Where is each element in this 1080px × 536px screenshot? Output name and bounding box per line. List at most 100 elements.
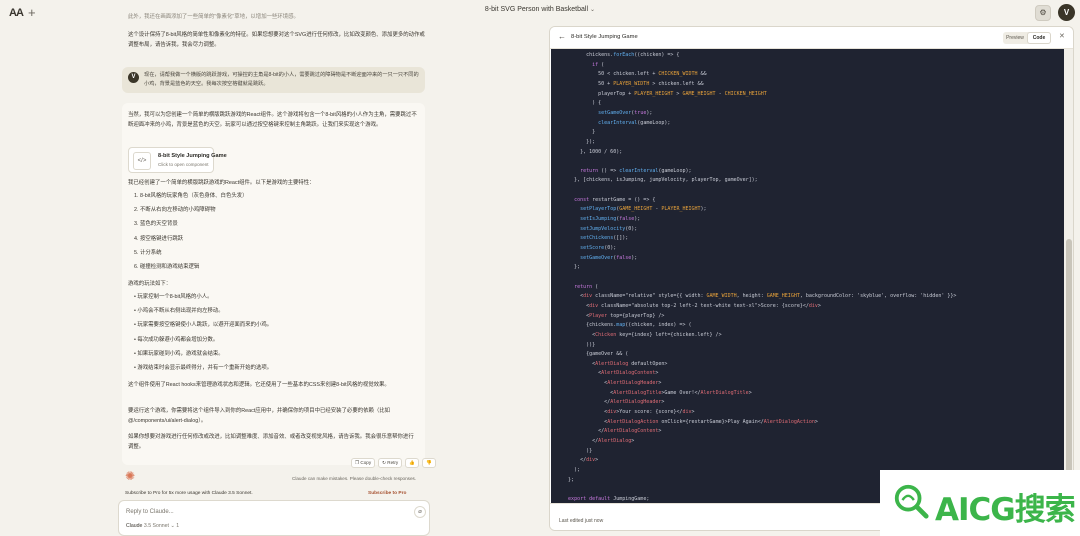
copy-button[interactable]: ❐ Copy bbox=[351, 458, 376, 468]
view-toggle: Preview Code bbox=[1003, 32, 1051, 44]
chat-title-text: 8-bit SVG Person with Basketball bbox=[484, 6, 589, 13]
scrollbar-thumb[interactable] bbox=[1066, 239, 1072, 499]
user-message: V 现在，请帮我做一个横版的跳跃游戏，可操控的主角是8-bit的小人，需要跳过的… bbox=[122, 67, 425, 93]
artifact-panel: ← 8-bit Style Jumping Game Preview Code … bbox=[549, 26, 1074, 531]
features-intro: 我已经创建了一个简单的横版跳跃游戏的React组件。以下是游戏的主要特性： bbox=[128, 180, 315, 186]
code-line: <Player top={playerTop} /> bbox=[556, 312, 665, 319]
code-line: </AlertDialogContent> bbox=[556, 428, 662, 435]
code-line: setJumpVelocity(0); bbox=[580, 225, 638, 232]
code-line: return ( bbox=[574, 283, 599, 290]
list-item: 5. 计分系统 bbox=[134, 249, 162, 256]
artifact-card-title: 8-bit Style Jumping Game bbox=[158, 153, 227, 159]
model-name: Claude bbox=[126, 523, 143, 529]
disclaimer: Claude can make mistakes. Please double-… bbox=[292, 476, 417, 481]
code-line: return () => clearInterval(gameLoop); bbox=[580, 167, 692, 174]
reply-intro: 当然，我可以为您创建一个简单的横版跳跃游戏的React组件。这个游戏将包含一个8… bbox=[128, 112, 417, 128]
model-dropdown[interactable]: ⌄ 1 bbox=[170, 523, 179, 529]
retry-button[interactable]: ↻ Retry bbox=[378, 458, 403, 468]
code-line: <AlertDialogTitle>Game Over!</AlertDialo… bbox=[556, 389, 752, 396]
list-item: • 游戏结束时会显示最终得分，并有一个重新开始的选项。 bbox=[134, 365, 273, 372]
claude-burst-icon: ✺ bbox=[125, 469, 136, 483]
code-line: export default JumpingGame; bbox=[568, 495, 650, 502]
code-line: {gameOver && ( bbox=[556, 351, 629, 358]
code-view[interactable]: chickens.forEach((chicken) => { if ( 50 … bbox=[551, 49, 1064, 503]
features-list: 1. 8-bit风格的玩家角色（灰色身体、白色头发） 2. 不断从右向左移动的小… bbox=[134, 189, 414, 274]
watermark-text: AICG搜索 bbox=[935, 492, 1076, 528]
code-line: <div className="absolute top-2 left-2 te… bbox=[556, 302, 821, 309]
code-line: <AlertDialogAction onClick={restartGame}… bbox=[556, 418, 818, 425]
list-item: 2. 不断从右向左移动的小鸡障碍物 bbox=[134, 207, 216, 214]
code-line: ) { bbox=[556, 100, 602, 107]
code-line: <div className="relative" style={{ width… bbox=[556, 293, 957, 300]
code-line: <Chicken key={index} left={chicken.left}… bbox=[556, 331, 722, 338]
thumbs-up-icon[interactable]: 👍 bbox=[405, 458, 419, 468]
model-count: 1 bbox=[176, 523, 180, 529]
model-selector[interactable]: Claude 3.5 Sonnet ⌄ 1 bbox=[126, 523, 179, 529]
thumbs-down-icon[interactable]: 👎 bbox=[421, 458, 436, 468]
code-line: <div>Your score: {score}</div> bbox=[556, 409, 695, 416]
scrollbar[interactable] bbox=[1064, 49, 1073, 503]
code-icon: </> bbox=[133, 152, 151, 170]
previous-message-text: 此外，我还在画面添加了一些简单的"像素化"草地，以增加一些环境感。 bbox=[128, 14, 299, 20]
close-icon[interactable]: ✕ bbox=[1059, 32, 1065, 40]
user-avatar: V bbox=[128, 72, 139, 83]
list-item: • 每次成功躲避小鸡都会增加分数。 bbox=[134, 336, 219, 343]
usage-note: 要运行这个游戏，你需要将这个组件导入到你的React应用中，并确保你的项目中已经… bbox=[128, 408, 391, 424]
artifact-title: 8-bit Style Jumping Game bbox=[571, 34, 638, 40]
code-line: 50 + PLAYER_WIDTH > chicken.left && bbox=[556, 80, 704, 87]
code-tab[interactable]: Code bbox=[1027, 32, 1051, 44]
code-line: }, [chickens, isJumping, jumpVelocity, p… bbox=[556, 177, 758, 184]
assistant-message-paragraph: 这个设计保持了8-bit风格的简单性和像素化的特征。如果您想要对这个SVG进行任… bbox=[128, 32, 425, 48]
code-line: }; bbox=[556, 476, 575, 483]
code-line: setGameOver(false); bbox=[580, 254, 638, 261]
artifact-card-subtitle: Click to open component bbox=[158, 162, 209, 167]
code-line: const restartGame = () => { bbox=[574, 196, 656, 203]
back-arrow-icon[interactable]: ← bbox=[558, 32, 566, 41]
code-line: }; bbox=[556, 264, 581, 271]
last-edited-text: Last edited just now bbox=[559, 518, 604, 524]
code-line: setGameOver(true); bbox=[598, 109, 653, 116]
preview-tab[interactable]: Preview bbox=[1003, 32, 1027, 44]
code-line: ); bbox=[556, 466, 581, 473]
code-line: <AlertDialogContent> bbox=[556, 370, 659, 377]
list-item: 3. 蓝色的天空背景 bbox=[134, 221, 178, 228]
code-line: {chickens.map((chicken, index) => ( bbox=[556, 322, 692, 329]
code-line: }); bbox=[556, 138, 596, 145]
message-actions: ❐ Copy ↻ Retry 👍 👎 bbox=[351, 458, 436, 468]
code-line: setChickens([]); bbox=[580, 235, 629, 242]
code-line: </AlertDialogHeader> bbox=[556, 399, 665, 406]
list-item: • 如果玩家碰到小鸡，游戏就会结束。 bbox=[134, 350, 224, 357]
tech-note: 这个组件使用了React hooks来管理游戏状态和逻辑。它还使用了一些基本的C… bbox=[128, 382, 390, 388]
code-line: if ( bbox=[592, 61, 605, 68]
code-line: clearInterval(gameLoop); bbox=[598, 119, 671, 126]
magnifier-logo-icon bbox=[894, 484, 929, 519]
code-line: </div> bbox=[556, 457, 599, 464]
assistant-reply: 当然，我可以为您创建一个简单的横版跳跃游戏的React组件。这个游戏将包含一个8… bbox=[122, 103, 436, 468]
paperclip-icon[interactable]: ⌀ bbox=[414, 506, 426, 518]
code-line: setScore(0); bbox=[580, 245, 617, 251]
list-item: • 玩家需要按空格键使小人跳跃，以避开迎面而来的小鸡。 bbox=[134, 322, 273, 329]
artifact-card[interactable]: </> 8-bit Style Jumping Game Click to op… bbox=[128, 147, 227, 173]
code-line: )} bbox=[556, 447, 593, 454]
code-line: <AlertDialogHeader> bbox=[556, 380, 662, 387]
composer[interactable]: Reply to Claude... ⌀ Claude 3.5 Sonnet ⌄… bbox=[118, 500, 430, 536]
list-item: • 小鸡会不断从右侧出现并向左移动。 bbox=[134, 308, 224, 315]
code-line: <AlertDialog defaultOpen> bbox=[556, 360, 668, 367]
code-line: chickens.forEach((chicken) => { bbox=[556, 52, 680, 58]
chevron-down-icon: ⌄ bbox=[590, 7, 596, 13]
code-line: setPlayerTop(GAME_HEIGHT - PLAYER_HEIGHT… bbox=[580, 206, 707, 213]
subscribe-pro-link[interactable]: Subscribe to Pro bbox=[368, 491, 406, 496]
code-line: } bbox=[556, 129, 596, 136]
reply-input[interactable]: Reply to Claude... bbox=[126, 509, 174, 515]
sliders-icon[interactable]: ⚙ bbox=[1035, 5, 1051, 21]
howto-list: • 玩家控制一个8-bit风格的小人。 • 小鸡会不断从右侧出现并向左移动。 •… bbox=[134, 290, 414, 375]
list-item: 6. 碰撞检测和游戏结束逻辑 bbox=[134, 264, 200, 271]
code-line: setIsJumping(false); bbox=[580, 216, 641, 223]
avatar[interactable]: V bbox=[1058, 4, 1075, 21]
list-item: 1. 8-bit风格的玩家角色（灰色身体、白色头发） bbox=[134, 193, 248, 199]
code-line: playerTop + PLAYER_HEIGHT > GAME_HEIGHT … bbox=[556, 90, 767, 97]
list-item: 4. 按空格键进行跳跃 bbox=[134, 235, 184, 242]
code-line: ))} bbox=[556, 341, 596, 348]
code-line: </AlertDialog> bbox=[556, 438, 635, 444]
howto-intro: 游戏的玩法如下： bbox=[128, 281, 172, 287]
